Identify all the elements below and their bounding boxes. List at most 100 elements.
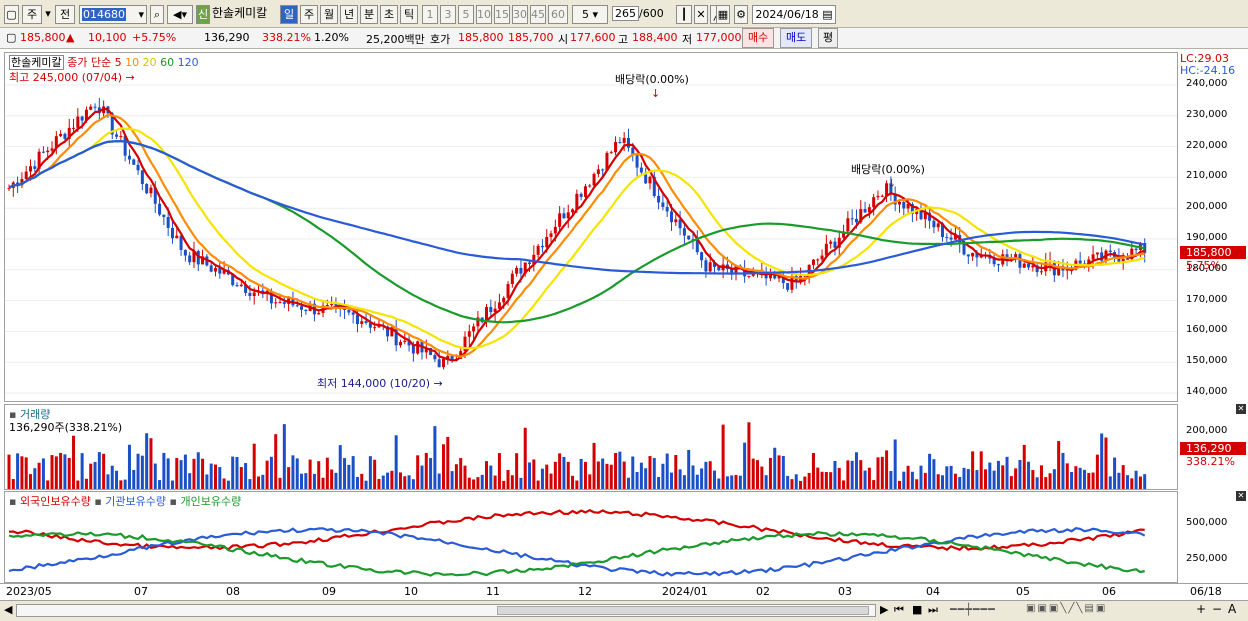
volume-ytick: 200,000 xyxy=(1186,425,1228,436)
interval-15[interactable]: 15 xyxy=(494,5,510,24)
volume-bar xyxy=(1134,470,1138,489)
volume-bar xyxy=(545,464,549,489)
draw-icon[interactable]: ✕ xyxy=(694,5,708,24)
code-input[interactable]: 014680 ▾ xyxy=(79,5,147,24)
scrollbar[interactable] xyxy=(16,604,876,617)
volume-cur-pct: 338.21% xyxy=(1186,455,1235,468)
date-input[interactable]: 2024/06/18 ▤ xyxy=(752,5,836,24)
scroll-right-icon[interactable]: ▶ xyxy=(880,603,888,616)
period-main-select[interactable]: 주 xyxy=(22,5,42,24)
sell-button[interactable]: 매도 xyxy=(780,28,813,48)
volume-bar xyxy=(941,475,945,489)
candle-body xyxy=(433,354,437,360)
candle-body xyxy=(72,127,76,129)
save-icon[interactable]: ▦ xyxy=(716,5,730,24)
chevron-down-icon[interactable]: ▾ xyxy=(44,5,52,24)
volume-bar xyxy=(1057,441,1061,489)
candle-body xyxy=(304,309,308,312)
volume-bar xyxy=(261,474,265,489)
speaker-icon[interactable]: ◀▾ xyxy=(167,5,193,24)
volume-bar xyxy=(833,460,837,489)
count-select[interactable]: 5 ▾ xyxy=(572,5,608,24)
low-marker: 최저 144,000 (10/20) → xyxy=(317,375,443,391)
tab-month[interactable]: 월 xyxy=(320,5,338,24)
volume-bar xyxy=(153,463,157,489)
search-icon[interactable]: ⌕ xyxy=(150,5,164,24)
volume-bar xyxy=(183,454,187,489)
volume-bar xyxy=(1048,473,1052,489)
volume-bar xyxy=(102,453,106,489)
zoom-slider-icon[interactable]: ━━┿━━━ xyxy=(950,603,996,616)
volume-bar xyxy=(89,463,93,489)
volume-bar xyxy=(175,457,179,489)
avg-button[interactable]: 평 xyxy=(818,28,839,48)
volume-bar xyxy=(248,479,252,489)
volume-bar xyxy=(558,453,562,489)
candle-body xyxy=(351,312,355,315)
volume-bar xyxy=(373,459,377,489)
volume-bar xyxy=(497,453,501,489)
close-icon[interactable]: ✕ xyxy=(1236,491,1246,501)
candle-icon[interactable]: ┃ xyxy=(676,5,692,24)
turnover: 1.20% xyxy=(314,31,349,44)
volume-bar xyxy=(231,456,235,489)
candle-body xyxy=(80,116,84,121)
interval-10[interactable]: 10 xyxy=(476,5,492,24)
volume-bar xyxy=(721,424,725,489)
volume-bar xyxy=(1091,472,1095,489)
interval-30[interactable]: 30 xyxy=(512,5,528,24)
volume-bar xyxy=(1035,477,1039,489)
candle-body xyxy=(846,218,850,232)
volume-bar xyxy=(971,451,975,489)
tab-tick[interactable]: 틱 xyxy=(400,5,418,24)
volume-bar xyxy=(773,447,777,489)
tab-week[interactable]: 주 xyxy=(300,5,318,24)
interval-label: 60 xyxy=(551,8,565,21)
volume-bar xyxy=(188,473,192,489)
price-pane[interactable]: 한솔케미칼 종가 단순 5 10 20 60 120 최고 245,000 (0… xyxy=(4,52,1178,402)
tools-icon[interactable]: ▣▣▣╲╱╲▤▣ xyxy=(1026,603,1107,614)
forward-icon[interactable]: ⏭ xyxy=(928,603,938,617)
volume-pane[interactable]: ▪ 거래량 136,290주(338.21%) xyxy=(4,404,1178,490)
legend-type: 종가 단순 xyxy=(67,56,112,69)
interval-1[interactable]: 1 xyxy=(422,5,438,24)
interval-45[interactable]: 45 xyxy=(530,5,546,24)
count-value[interactable]: 265 xyxy=(612,6,639,21)
holder-pane[interactable]: ▪ 외국인보유수량 ▪ 기관보유수량 ▪ 개인보유수량 xyxy=(4,491,1178,583)
interval-3[interactable]: 3 xyxy=(440,5,456,24)
volume-bar xyxy=(906,465,910,489)
close-icon[interactable]: ✕ xyxy=(1236,404,1246,414)
up-arrow-icon: ▲ xyxy=(66,31,75,44)
scroll-left-icon[interactable]: ◀ xyxy=(4,603,12,616)
interval-5[interactable]: 5 xyxy=(458,5,474,24)
volume-bar xyxy=(665,453,669,489)
window-icon[interactable]: ▢ xyxy=(4,5,19,24)
tab-minute[interactable]: 분 xyxy=(360,5,378,24)
x-label: 06/18 xyxy=(1190,585,1222,598)
candle-body xyxy=(966,254,970,257)
zoom-in-icon[interactable]: + xyxy=(1196,602,1206,616)
rewind-icon[interactable]: ⏮ xyxy=(894,603,904,617)
interval-60[interactable]: 60 xyxy=(548,5,568,24)
volume-bar xyxy=(325,457,329,489)
tab-second[interactable]: 초 xyxy=(380,5,398,24)
scroll-thumb[interactable] xyxy=(497,606,869,615)
prev-button[interactable]: 전 xyxy=(55,5,75,24)
window-icon: ▢ xyxy=(6,31,17,44)
candle-body xyxy=(897,201,901,205)
volume-bar xyxy=(106,474,110,489)
volume-bar xyxy=(876,457,880,489)
volume-bar xyxy=(149,438,153,489)
candle-body xyxy=(149,187,153,194)
volume-bar xyxy=(269,456,273,489)
volume-bar xyxy=(571,475,575,489)
tab-year[interactable]: 년 xyxy=(340,5,358,24)
font-size-icon[interactable]: A xyxy=(1228,602,1236,616)
gear-icon[interactable]: ⚙ xyxy=(734,5,748,24)
zoom-out-icon[interactable]: − xyxy=(1212,602,1222,616)
stop-icon[interactable]: ■ xyxy=(912,603,922,616)
buy-button[interactable]: 매수 xyxy=(742,28,775,48)
volume-bar xyxy=(330,469,334,489)
tab-day[interactable]: 일 xyxy=(280,5,298,24)
volume-bar xyxy=(932,459,936,489)
